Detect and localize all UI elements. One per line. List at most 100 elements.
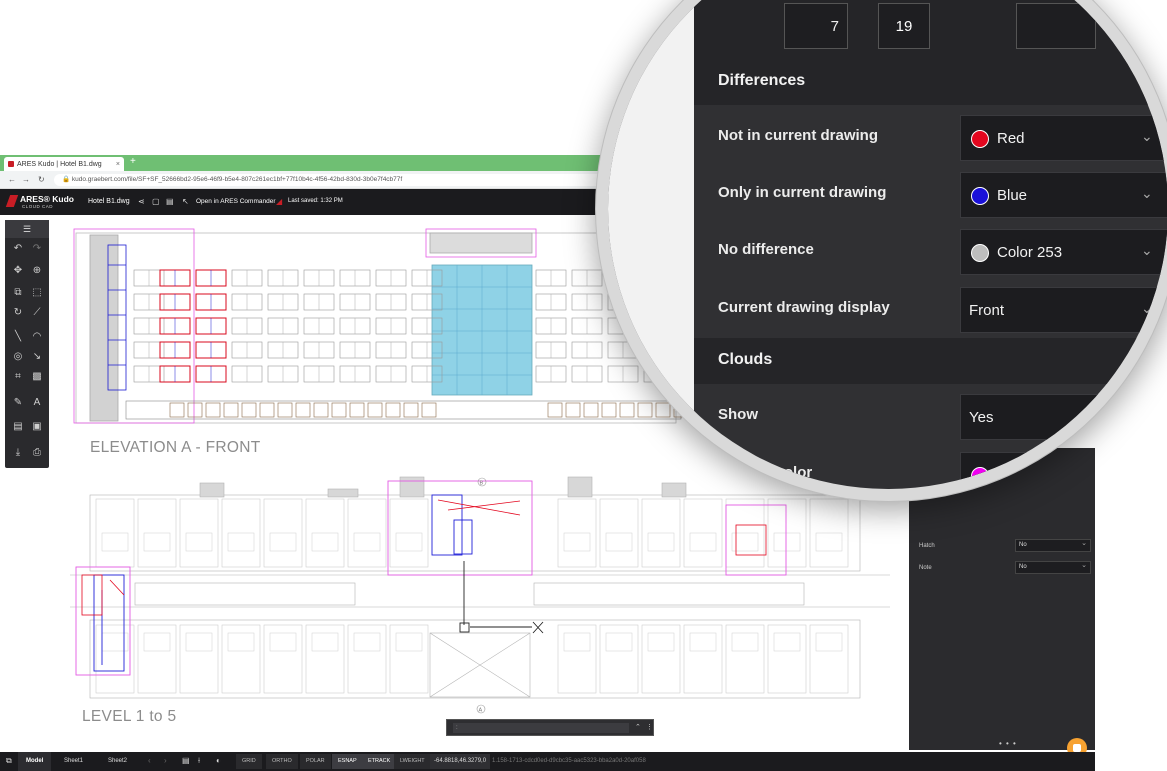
- room-bed: [647, 532, 675, 552]
- hotel-room: [683, 624, 723, 694]
- block-icon[interactable]: ⬚: [30, 286, 44, 300]
- chevron-down-icon: ⌄: [1141, 242, 1153, 258]
- undo-icon[interactable]: ↶: [11, 242, 25, 256]
- chevron-down-icon: ⌄: [1141, 185, 1153, 201]
- move-icon[interactable]: ✥: [11, 264, 25, 278]
- hotel-room: [641, 624, 681, 694]
- save-icon[interactable]: ▣: [30, 420, 44, 434]
- zoom-window-icon[interactable]: ⊕: [30, 264, 44, 278]
- magnified-header: 7 19: [694, 0, 1167, 65]
- tab-sheet2[interactable]: Sheet2: [100, 752, 135, 771]
- panel-hatch-select[interactable]: No: [1015, 538, 1091, 552]
- hatch-icon[interactable]: ▩: [30, 370, 44, 384]
- panel-hatch-label: Hatch: [919, 543, 935, 549]
- browser-tab[interactable]: ARES Kudo | Hotel B1.dwg ×: [4, 157, 124, 171]
- hotel-room: [347, 624, 387, 694]
- compare-icon[interactable]: ▤: [11, 420, 25, 434]
- ground-door: [547, 402, 563, 418]
- hotel-room: [725, 624, 765, 694]
- mag-row-label: Not in current drawing: [718, 127, 879, 144]
- command-input[interactable]: :: [453, 723, 629, 733]
- panel-note-select[interactable]: No: [1015, 560, 1091, 574]
- ground-door: [331, 402, 347, 418]
- tab-sheet1[interactable]: Sheet1: [56, 752, 91, 771]
- reload-icon[interactable]: ↻: [38, 175, 45, 184]
- trim-icon[interactable]: ⌗: [11, 370, 25, 384]
- layers-icon[interactable]: ▤: [166, 197, 174, 206]
- mag-row-select[interactable]: Magenta ⌄: [960, 452, 1167, 489]
- mag-row-value: Red: [997, 130, 1025, 147]
- nav-arrow-box[interactable]: [1016, 3, 1096, 49]
- hamburger-menu-icon[interactable]: ☰: [5, 220, 49, 238]
- forward-arrow-icon[interactable]: →: [22, 175, 30, 184]
- toggle-ortho[interactable]: ORTHO: [266, 754, 298, 769]
- ground-door: [259, 402, 275, 418]
- toggle-polar[interactable]: POLAR: [300, 754, 331, 769]
- close-icon[interactable]: ×: [116, 161, 120, 168]
- more-menu-icon[interactable]: ⋮: [646, 723, 653, 731]
- mag-row-label: Only in current drawing: [718, 184, 887, 201]
- measure-icon[interactable]: ⟋: [30, 306, 44, 320]
- open-in-ares-button[interactable]: Open in ARES Commander: [196, 198, 275, 205]
- toggle-etrack[interactable]: ETRACK: [362, 754, 397, 769]
- mag-row-value: Blue: [997, 187, 1028, 204]
- mag-row-label: Show: [718, 406, 758, 423]
- line-icon[interactable]: ╲: [11, 330, 25, 344]
- page-value-box[interactable]: 19: [878, 3, 930, 49]
- room-bed: [185, 632, 213, 652]
- mag-row-select[interactable]: Red ⌄: [960, 115, 1167, 161]
- difference-clouds: [75, 480, 787, 676]
- mag-row-select[interactable]: Front ⌄: [960, 287, 1167, 333]
- markup-icon[interactable]: ✎: [11, 396, 25, 410]
- ground-door: [403, 402, 419, 418]
- section-clouds-title: Clouds: [718, 351, 773, 368]
- collapse-icon[interactable]: ⌃: [635, 723, 641, 731]
- new-tab-button[interactable]: +: [130, 156, 136, 167]
- room-bed: [647, 632, 675, 652]
- dimension-icon[interactable]: ⟊: [198, 756, 200, 766]
- panel-resize-handle[interactable]: • • •: [999, 739, 1017, 748]
- arc-icon[interactable]: ◠: [30, 330, 44, 344]
- app-logo-text: ARES® Kudo: [20, 194, 74, 204]
- ground-door: [583, 402, 599, 418]
- room-bed: [311, 632, 339, 652]
- section-differences: Differences: [694, 59, 1167, 105]
- toggle-lweight[interactable]: LWEIGHT: [394, 754, 431, 769]
- snap-settings-icon[interactable]: ▤: [182, 756, 190, 765]
- hotel-room: [557, 624, 597, 694]
- mag-row-select[interactable]: Yes ⌄: [960, 394, 1167, 440]
- ground-door: [187, 402, 203, 418]
- ares-favicon-icon: [8, 161, 14, 167]
- view-cube-icon[interactable]: ◐: [216, 756, 221, 765]
- download-icon[interactable]: ⤓: [11, 446, 25, 460]
- copy-icon[interactable]: ⧉: [11, 286, 25, 300]
- prev-sheet-icon[interactable]: ‹: [148, 756, 151, 765]
- text-icon[interactable]: A: [30, 396, 44, 410]
- redo-icon[interactable]: ↷: [30, 242, 44, 256]
- layout-switch-icon[interactable]: ⧉: [6, 756, 12, 766]
- toggle-grid[interactable]: GRID: [236, 754, 262, 769]
- comment-icon[interactable]: ▢: [152, 197, 160, 206]
- section-clouds: Clouds: [694, 338, 1167, 384]
- print-icon[interactable]: ⎙: [30, 446, 44, 460]
- room-bed: [269, 632, 297, 652]
- color-swatch: [971, 130, 989, 148]
- ground-door: [313, 402, 329, 418]
- section-differences-title: Differences: [718, 72, 806, 89]
- next-sheet-icon[interactable]: ›: [164, 756, 167, 765]
- mag-row-select[interactable]: Color 253 ⌄: [960, 229, 1167, 275]
- mag-row-value: Magenta: [997, 467, 1056, 484]
- tab-model[interactable]: Model: [18, 752, 52, 771]
- toggle-esnap[interactable]: ESNAP: [332, 754, 363, 769]
- elevation-label: ELEVATION A - FRONT: [90, 439, 261, 456]
- ground-door: [223, 402, 239, 418]
- rotate-icon[interactable]: ↻: [11, 306, 25, 320]
- share-icon[interactable]: ⋖: [138, 197, 145, 206]
- pointer-icon[interactable]: ↖: [182, 197, 189, 206]
- status-bar: ⧉ Model Sheet1 Sheet2 ‹ › ▤ ⟊ ◐ GRID ORT…: [0, 752, 1095, 771]
- polyline-icon[interactable]: ↘: [30, 350, 44, 364]
- mag-row-select[interactable]: Blue ⌄: [960, 172, 1167, 218]
- address-bar[interactable]: 🔒 kudo.graebert.com/file/SF+SF_52666bd2-…: [54, 174, 634, 186]
- back-arrow-icon[interactable]: ←: [8, 175, 16, 184]
- circle-icon[interactable]: ◎: [11, 350, 25, 364]
